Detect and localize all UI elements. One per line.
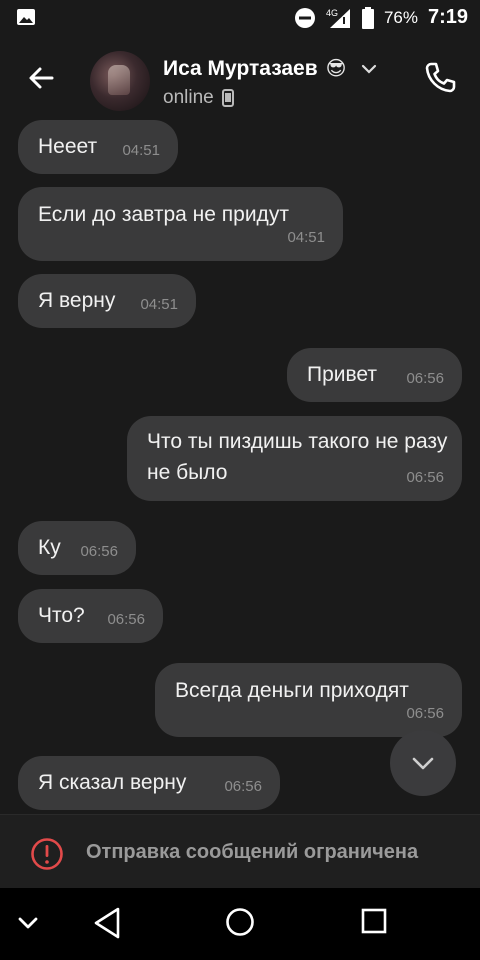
- message-bubble-out[interactable]: Всегда деньги приходят 06:56: [155, 663, 462, 737]
- message-bubble-out[interactable]: Что ты пиздишь такого не разу не было 06…: [127, 416, 462, 501]
- do-not-disturb-icon: [294, 7, 315, 28]
- status-bar: 4G 76% 7:19: [0, 0, 480, 36]
- contact-title[interactable]: Иса Муртазаев 😎: [163, 56, 377, 81]
- avatar[interactable]: [90, 51, 150, 111]
- message-time: 06:56: [107, 611, 145, 628]
- message-bubble-in[interactable]: Нееет 04:51: [18, 120, 178, 174]
- nav-recents-icon[interactable]: [360, 906, 388, 936]
- sunglasses-emoji: 😎: [325, 58, 347, 80]
- message-time: 06:56: [80, 543, 118, 560]
- status-text: online: [163, 87, 214, 108]
- message-text: Я верну: [38, 289, 116, 312]
- nav-collapse-icon[interactable]: [16, 914, 40, 932]
- battery-icon: [361, 6, 374, 29]
- message-time: 04:51: [287, 229, 325, 246]
- message-bubble-in[interactable]: Ку 06:56: [18, 521, 136, 575]
- chevron-down-icon: [361, 64, 376, 74]
- message-text: Я сказал верну: [38, 771, 187, 794]
- mobile-device-icon: [221, 89, 234, 107]
- message-text: Всегда деньги приходят: [175, 679, 409, 702]
- message-bubble-out[interactable]: Привет 06:56: [287, 348, 462, 402]
- alert-icon: [31, 838, 63, 870]
- battery-percent: 76%: [383, 7, 418, 27]
- message-bubble-in[interactable]: Я верну 04:51: [18, 274, 196, 328]
- message-time: 06:56: [406, 370, 444, 387]
- clock: 7:19: [427, 6, 468, 28]
- message-time: 06:56: [224, 778, 262, 795]
- message-text: Что?: [38, 604, 85, 627]
- messaging-restricted-banner: Отправка сообщений ограничена: [0, 814, 480, 889]
- scroll-down-button[interactable]: [390, 730, 456, 796]
- message-text: Ку: [38, 536, 61, 559]
- restriction-text: Отправка сообщений ограничена: [86, 841, 419, 863]
- message-time: 04:51: [122, 142, 160, 159]
- message-time: 06:56: [406, 705, 444, 722]
- phone-call-icon[interactable]: [420, 58, 460, 98]
- message-time: 04:51: [140, 296, 178, 313]
- svg-text:4G: 4G: [326, 8, 338, 18]
- chevron-down-icon: [412, 757, 434, 770]
- message-text: Что ты пиздишь такого не разу не было: [147, 430, 448, 484]
- message-text: Если до завтра не придут: [38, 203, 289, 226]
- message-text: Нееет: [38, 135, 98, 158]
- nav-back-icon[interactable]: [92, 906, 122, 940]
- message-bubble-in[interactable]: Что? 06:56: [18, 589, 163, 643]
- signal-icon: 4G: [326, 8, 350, 28]
- nav-home-icon[interactable]: [224, 906, 256, 938]
- message-time: 06:56: [406, 469, 444, 486]
- system-nav-bar: [0, 888, 480, 960]
- message-bubble-in[interactable]: Если до завтра не придут 04:51: [18, 187, 343, 261]
- back-arrow-icon[interactable]: [22, 58, 62, 98]
- message-text: Привет: [307, 363, 378, 386]
- image-icon: [17, 9, 35, 25]
- contact-status: online: [163, 87, 234, 109]
- message-list[interactable]: Нееет 04:51 Если до завтра не придут 04:…: [0, 120, 480, 812]
- chat-header: Иса Муртазаев 😎 online: [0, 36, 480, 120]
- message-bubble-in[interactable]: Я сказал верну 06:56: [18, 756, 280, 810]
- contact-name: Иса Муртазаев: [163, 56, 318, 80]
